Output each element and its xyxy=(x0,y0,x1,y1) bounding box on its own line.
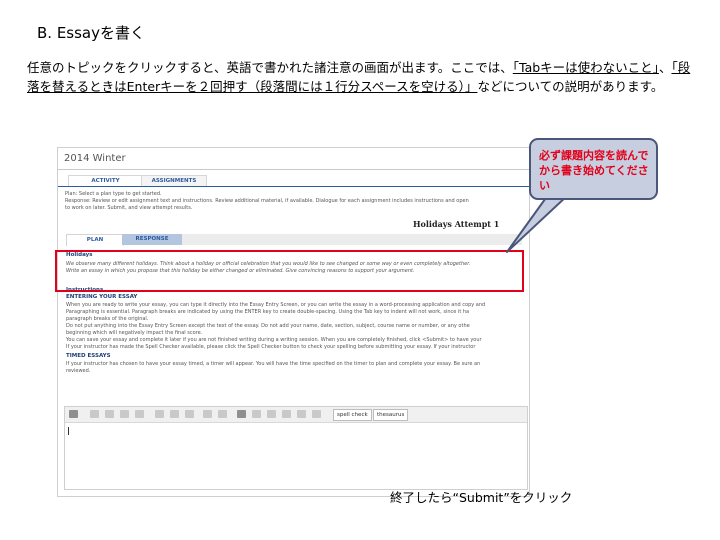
callout-bubble: 必ず課題内容を読んでから書き始めてください xyxy=(529,138,658,200)
callout-pointer xyxy=(506,194,569,253)
footer-note: 終了したら“Submit”をクリック xyxy=(390,490,573,505)
callout-text: 必ず課題内容を読んでから書き始めてください xyxy=(539,149,649,192)
